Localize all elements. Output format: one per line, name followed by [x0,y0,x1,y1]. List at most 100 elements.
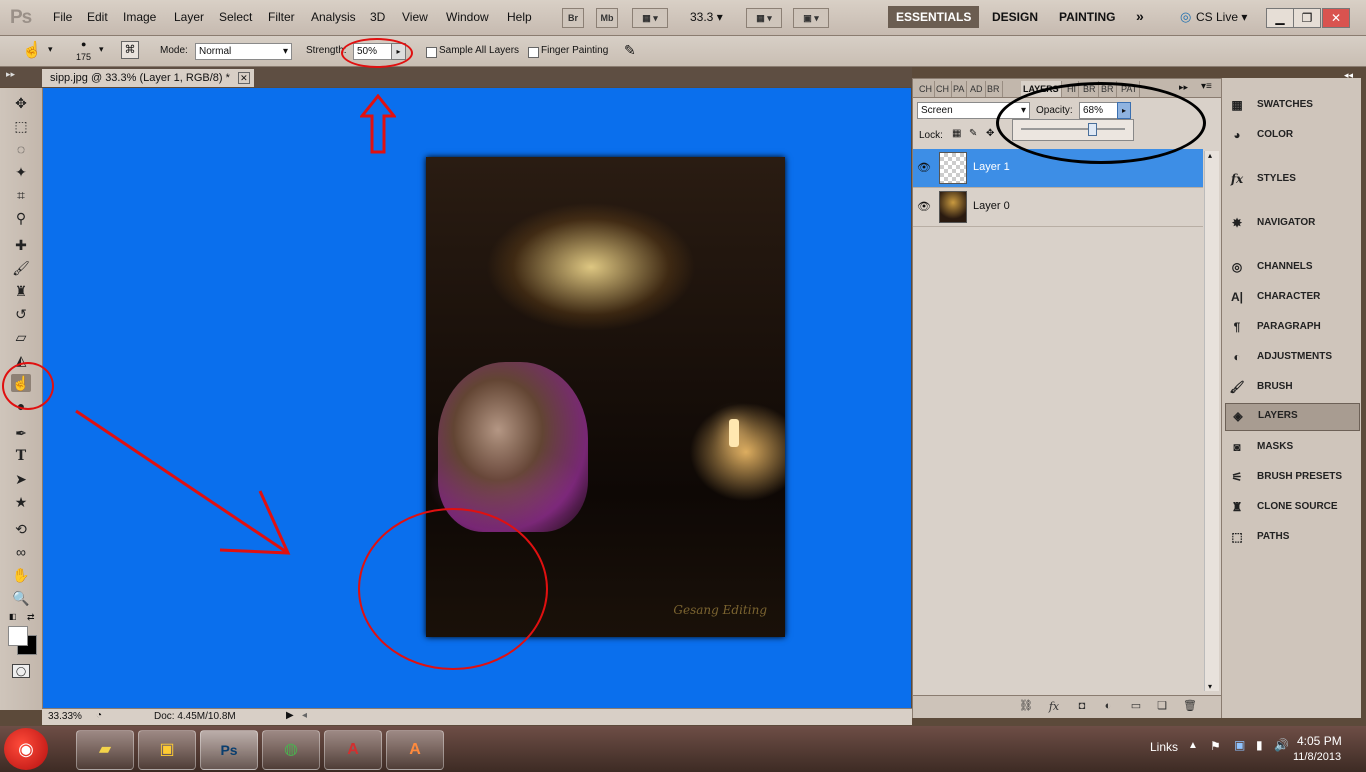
layer-style-icon[interactable]: fx [1047,700,1061,713]
restore-button[interactable]: ❐ [1293,8,1321,28]
tray-app-icon[interactable]: ▣ [1234,738,1245,752]
panel-menu-icon[interactable]: ▾≡ [1201,81,1212,92]
brush-panel-toggle-icon[interactable]: ⌘ [121,41,139,59]
menu-window[interactable]: Window [446,10,489,24]
healing-brush-tool-icon[interactable]: ✚ [11,236,31,254]
dock-masks[interactable]: ◙ MASKS [1225,435,1358,459]
start-button[interactable]: ◉ [4,728,48,770]
zoom-tool-icon[interactable]: 🔍 [11,589,31,607]
clone-stamp-tool-icon[interactable]: ♜ [11,282,31,300]
panel-expand-icon[interactable]: ▸▸ [1179,82,1188,93]
default-colors-icon[interactable]: ◧ [9,612,17,621]
3d-orbit-tool-icon[interactable]: ∞ [11,543,31,561]
tab-paragraph[interactable]: PA [951,81,968,97]
workspace-essentials[interactable]: ESSENTIALS [888,6,980,28]
taskbar-chrome[interactable]: ◍ [262,730,320,770]
hand-tool-icon[interactable]: ✋ [11,566,31,584]
brush-tool-icon[interactable]: 🖌 [11,259,31,277]
tab-character[interactable]: CH [934,81,952,97]
collapse-toolbox-icon[interactable]: ▸▸ [6,69,15,80]
dock-color[interactable]: ◕ COLOR [1225,123,1358,147]
document-tab[interactable]: sipp.jpg @ 33.3% (Layer 1, RGB/8) * ✕ [42,69,254,87]
taskbar-app-2[interactable]: ▣ [138,730,196,770]
path-selection-tool-icon[interactable]: ➤ [11,470,31,488]
layers-scrollbar[interactable]: ▴ ▾ [1204,151,1219,691]
marquee-tool-icon[interactable]: ⬚ [11,117,31,135]
move-tool-icon[interactable]: ✥ [11,94,31,112]
more-workspaces-icon[interactable]: » [1136,8,1144,24]
dock-adjustments[interactable]: ◐ ADJUSTMENTS [1225,345,1358,369]
eyedropper-tool-icon[interactable]: ⚲ [11,209,31,227]
menu-analysis[interactable]: Analysis [311,10,356,24]
menu-filter[interactable]: Filter [268,10,295,24]
clock-time[interactable]: 4:05 PM [1297,734,1342,748]
menu-layer[interactable]: Layer [174,10,204,24]
scroll-up-icon[interactable]: ▴ [1208,151,1212,160]
minimize-button[interactable]: ▁ [1266,8,1294,28]
close-button[interactable]: ✕ [1322,8,1350,28]
dock-swatches[interactable]: ▦ SWATCHES [1225,93,1358,117]
volume-icon[interactable]: 🔊 [1274,738,1289,752]
clock-date[interactable]: 11/8/2013 [1293,751,1341,763]
shape-tool-icon[interactable]: ★ [11,493,31,511]
status-menu-arrow-icon[interactable]: ▶ [286,710,294,721]
tab-channels[interactable]: CH [917,81,935,97]
workspace-painting[interactable]: PAINTING [1051,6,1123,28]
close-tab-icon[interactable]: ✕ [237,72,250,84]
tab-brush[interactable]: BR [985,81,1003,97]
lock-image-icon[interactable]: ✎ [969,128,977,139]
menu-view[interactable]: View [402,10,428,24]
view-extras-dropdown[interactable]: ▦ ▾ [632,8,668,28]
menu-image[interactable]: Image [123,10,156,24]
dock-paths[interactable]: ⬚ PATHS [1225,525,1358,549]
tablet-pressure-icon[interactable]: ✎ [624,42,636,59]
eraser-tool-icon[interactable]: ▱ [11,328,31,346]
mode-select[interactable]: Normal ▾ [195,43,292,60]
finger-painting-checkbox[interactable] [528,47,539,58]
menu-3d[interactable]: 3D [370,10,385,24]
tab-adjustments[interactable]: AD [968,81,986,97]
type-tool-icon[interactable]: T [11,447,31,465]
swap-colors-icon[interactable]: ⇄ [27,612,35,623]
dock-styles[interactable]: fx STYLES [1225,167,1358,191]
zoom-percent[interactable]: 33.33% [48,711,82,722]
foreground-color-swatch[interactable] [8,626,28,646]
quick-mask-icon[interactable]: ◯ [12,664,30,678]
layer-row-layer-0[interactable]: 👁 Layer 0 [913,188,1203,227]
brush-picker-arrow[interactable]: ▾ [99,44,104,55]
scroll-left-icon[interactable]: ◂ [302,710,307,721]
status-info-icon[interactable]: ◔ [96,710,102,721]
dock-channels[interactable]: ◎ CHANNELS [1225,255,1358,279]
menu-file[interactable]: File [53,10,72,24]
action-center-icon[interactable]: ⚑ [1210,739,1221,753]
visibility-eye-icon[interactable]: 👁 [917,200,931,214]
dock-brush[interactable]: 🖌 BRUSH [1225,375,1358,399]
workspace-design[interactable]: DESIGN [984,6,1046,28]
crop-tool-icon[interactable]: ⌗ [11,186,31,204]
zoom-level-dropdown[interactable]: 33.3 ▾ [690,10,723,24]
lock-transparent-icon[interactable]: ▦ [952,128,961,139]
bridge-button[interactable]: Br [562,8,584,28]
network-icon[interactable]: ▮ [1256,738,1263,752]
scroll-down-icon[interactable]: ▾ [1208,682,1212,691]
taskbar-app-6[interactable]: A [386,730,444,770]
sample-all-layers-checkbox[interactable] [426,47,437,58]
menu-edit[interactable]: Edit [87,10,108,24]
menu-select[interactable]: Select [219,10,252,24]
layer-mask-icon[interactable]: ◘ [1075,700,1089,713]
links-toolbar[interactable]: Links [1150,740,1178,754]
taskbar-explorer[interactable]: ▰ [76,730,134,770]
dock-brush-presets[interactable]: ⚟ BRUSH PRESETS [1225,465,1358,489]
dock-character[interactable]: A| CHARACTER [1225,285,1358,309]
cslive-menu[interactable]: CS Live ▾ [1196,10,1247,24]
lock-position-icon[interactable]: ✥ [986,128,994,139]
preset-dropdown-arrow[interactable]: ▾ [48,44,53,55]
lasso-tool-icon[interactable]: ◌ [11,140,31,158]
smudge-tool-preset-icon[interactable]: ☝ [22,40,42,60]
arrange-documents-dropdown[interactable]: ▦ ▾ [746,8,782,28]
screen-mode-dropdown[interactable]: ▣ ▾ [793,8,829,28]
delete-layer-icon[interactable]: 🗑 [1183,700,1197,713]
adjustment-layer-icon[interactable]: ◐ [1101,700,1115,713]
dock-paragraph[interactable]: ¶ PARAGRAPH [1225,315,1358,339]
new-layer-icon[interactable]: ❏ [1155,700,1169,713]
